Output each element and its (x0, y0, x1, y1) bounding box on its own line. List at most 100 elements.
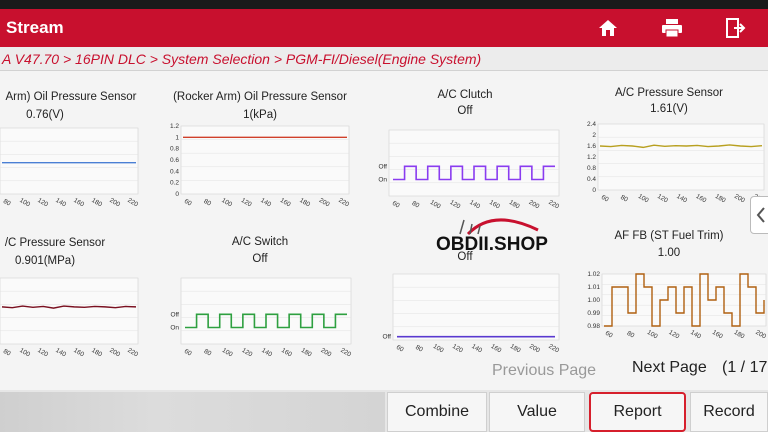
panel-value: Off (457, 105, 473, 117)
chart-ac-pressure-mpa: 80 100 120 140 160 180 200 220 (0, 277, 140, 359)
bottom-left-area (0, 392, 385, 432)
y-tick-label: Off (378, 163, 387, 170)
y-tick-label: 1.01 (587, 284, 600, 291)
x-tick-label: 200 (108, 347, 121, 359)
combine-button[interactable]: Combine (387, 392, 487, 432)
x-tick-label: 220 (126, 197, 139, 209)
x-tick-label: 200 (528, 343, 541, 355)
y-tick-label: 2 (592, 132, 596, 139)
value-button[interactable]: Value (489, 392, 585, 432)
panel-title: A/C Switch (231, 236, 289, 248)
x-tick-label: 120 (451, 343, 464, 355)
x-tick-label: 140 (54, 197, 67, 209)
x-tick-label: 120 (36, 197, 49, 209)
x-tick-label: 180 (90, 347, 103, 359)
page-title: Stream (6, 18, 64, 37)
x-tick-label: 180 (298, 197, 311, 209)
x-tick-label: 140 (260, 347, 273, 359)
plot-area (180, 125, 350, 195)
x-tick-label: 100 (221, 347, 234, 359)
panel-title: A/C Clutch (437, 89, 493, 101)
x-tick-label: 140 (259, 197, 272, 209)
panel-title: Arm) Oil Pressure Sensor (5, 91, 137, 103)
previous-page-button[interactable]: Previous Page (492, 362, 596, 380)
y-tick-label: 1 (175, 134, 179, 141)
breadcrumb: A V47.70 > 16PIN DLC > System Selection … (0, 47, 768, 71)
report-button[interactable]: Report (589, 392, 686, 432)
panel-title: (Rocker Arm) Oil Pressure Sensor (173, 91, 347, 103)
y-tick-label: 1.2 (170, 123, 179, 130)
y-tick-label: On (170, 325, 179, 332)
y-tick-label: 0.98 (587, 323, 600, 330)
watermark-car-icon (459, 218, 539, 236)
scroll-tab[interactable] (750, 196, 768, 234)
x-tick-label: 60 (183, 198, 193, 208)
chart-unnamed-switch: 60 80 100 120 140 160 180 200 220 Off (382, 273, 561, 355)
panel-value: 0.76(V) (26, 109, 64, 121)
x-tick-label: 80 (414, 344, 424, 354)
chart-oil-pressure-sensor-1: 80 100 120 140 160 180 200 220 (0, 127, 140, 209)
home-button[interactable] (576, 9, 640, 47)
x-tick-label: 180 (300, 347, 313, 359)
page-counter: (1 / 17 (722, 359, 768, 376)
x-tick-label: 180 (90, 197, 103, 209)
y-tick-label: On (378, 177, 387, 184)
panel-value: 1.61(V) (650, 103, 688, 115)
x-tick-label: 220 (339, 347, 352, 359)
x-tick-label: 200 (318, 197, 331, 209)
x-tick-label: 220 (547, 199, 560, 211)
x-tick-label: 100 (18, 347, 31, 359)
x-tick-label: 100 (637, 193, 650, 205)
app-header: Stream (0, 9, 768, 47)
record-button[interactable]: Record (690, 392, 768, 432)
print-icon (662, 19, 682, 37)
panel-value: 1.00 (657, 247, 681, 259)
y-tick-label: 0 (592, 187, 596, 194)
chart-af-fb-fuel-trim: 60 80 100 120 140 160 180 2001.021.011.000.990.… (587, 271, 767, 341)
x-tick-label: 160 (72, 347, 85, 359)
plot-area (597, 123, 765, 191)
y-tick-label: 0.8 (170, 146, 179, 153)
x-tick-label: 100 (18, 197, 31, 209)
panel-title: AF FB (ST Fuel Trim) (614, 230, 724, 242)
watermark-text: OBDII.SHOP (436, 234, 548, 255)
y-tick-label: 0.4 (170, 168, 179, 175)
x-tick-label: 80 (2, 348, 12, 358)
print-button[interactable] (640, 9, 704, 47)
header-toolbar (576, 9, 768, 47)
exit-button[interactable] (704, 9, 768, 47)
y-tick-label: 0.2 (170, 180, 179, 187)
x-tick-label: 160 (279, 197, 292, 209)
y-tick-label: 1.2 (587, 154, 596, 161)
next-page-button[interactable]: Next Page (632, 359, 707, 377)
y-tick-label: 0.6 (170, 157, 179, 164)
x-tick-label: 60 (395, 344, 405, 354)
x-tick-label: 60 (391, 200, 401, 210)
status-bar (0, 0, 768, 9)
x-tick-label: 120 (240, 197, 253, 209)
plot-area (388, 129, 560, 197)
x-tick-label: 140 (54, 347, 67, 359)
plot-area (0, 277, 139, 345)
panel-title: /C Pressure Sensor (4, 237, 106, 249)
x-tick-label: 220 (337, 197, 350, 209)
x-tick-label: 140 (470, 343, 483, 355)
x-tick-label: 200 (108, 197, 121, 209)
x-tick-label: 80 (203, 348, 213, 358)
x-tick-label: 80 (2, 198, 12, 208)
x-tick-label: 120 (656, 193, 669, 205)
chart-rocker-oil-pressure: 60 80 100 120 140 160 180 200 220 1.2 1 0.8 0.6 0.4 0.… (170, 123, 351, 209)
x-tick-label: 100 (220, 197, 233, 209)
x-tick-label: 80 (619, 194, 629, 204)
x-tick-label: 200 (733, 193, 746, 205)
panel-value: Off (252, 253, 268, 265)
x-tick-label: 60 (600, 194, 610, 204)
x-tick-label: 160 (280, 347, 293, 359)
chevron-left-icon (756, 207, 765, 223)
y-tick-label: 0.99 (587, 310, 600, 317)
x-tick-label: 200 (320, 347, 333, 359)
y-tick-label: 0 (175, 191, 179, 198)
chart-ac-switch: 60 80 100 120 140 160 180 200 220 Off On (170, 277, 353, 359)
plot-area (0, 127, 139, 195)
panel-title: A/C Pressure Sensor (614, 87, 723, 99)
